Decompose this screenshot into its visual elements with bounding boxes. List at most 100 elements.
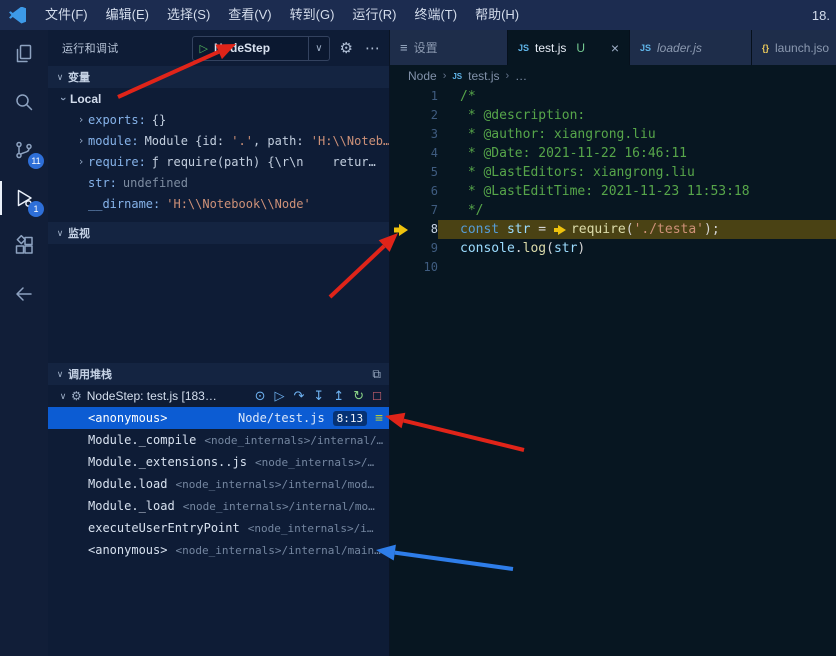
frame-line-badge: 8:13: [333, 411, 368, 426]
activity-item-source-control[interactable]: 11: [0, 126, 48, 174]
code-line[interactable]: 8const str = require('./testa');: [390, 220, 836, 239]
editor-tab[interactable]: ≡设置: [390, 30, 508, 65]
breakpoint-gutter[interactable]: [390, 201, 412, 220]
vscode-window: 文件(F)编辑(E)选择(S)查看(V)转到(G)运行(R)终端(T)帮助(H)…: [0, 0, 836, 656]
breakpoint-gutter[interactable]: [390, 220, 412, 239]
step-over-icon[interactable]: ↷: [294, 388, 305, 404]
frame-name: <anonymous>: [88, 411, 167, 425]
breakpoint-gutter[interactable]: [390, 258, 412, 277]
code-token: * @LastEditTime: 2021-11-23 11:53:18: [460, 184, 750, 199]
code-text: * @description:: [460, 106, 836, 125]
variable-value: ƒ require(path) {\r\n retur…: [152, 155, 376, 169]
callstack-section-header[interactable]: ∨ 调用堆栈 ⧉: [48, 363, 389, 385]
stop-icon[interactable]: □: [373, 388, 381, 404]
editor-tab[interactable]: {}launch.jso: [752, 30, 836, 65]
step-into-icon[interactable]: ↧: [313, 388, 324, 404]
code-line[interactable]: 4 * @Date: 2021-11-22 16:46:11: [390, 144, 836, 163]
editor-area: ≡设置JStest.jsU×JSloader.js{}launch.jso No…: [390, 30, 836, 656]
breakpoint-gutter[interactable]: [390, 125, 412, 144]
gutter-spacer: [438, 220, 460, 239]
chevron-right-icon: ›: [74, 113, 88, 126]
pause-circle-icon[interactable]: ⊙: [255, 388, 266, 404]
close-icon[interactable]: ×: [603, 40, 619, 56]
breakpoint-gutter[interactable]: [390, 106, 412, 125]
menu-item[interactable]: 运行(R): [343, 0, 405, 30]
code-token: console: [460, 241, 515, 256]
stack-frame-row[interactable]: Module.load<node_internals>/internal/mod…: [48, 473, 389, 495]
scope-row-local[interactable]: › Local: [48, 88, 389, 109]
code-line[interactable]: 6 * @LastEditTime: 2021-11-23 11:53:18: [390, 182, 836, 201]
gear-icon[interactable]: ⚙: [340, 39, 353, 57]
menu-item[interactable]: 选择(S): [158, 0, 219, 30]
restart-icon[interactable]: ↻: [353, 388, 364, 404]
code-text: * @LastEditors: xiangrong.liu: [460, 163, 836, 182]
open-panel-icon[interactable]: ⧉: [372, 367, 381, 382]
stack-frame-row[interactable]: Module._extensions..js<node_internals>/…: [48, 451, 389, 473]
editor-tab[interactable]: JStest.jsU×: [508, 30, 630, 65]
activity-item-search[interactable]: [0, 78, 48, 126]
code-text: console.log(str): [460, 239, 836, 258]
line-number: 3: [412, 125, 438, 144]
breadcrumb-file[interactable]: test.js: [468, 69, 499, 83]
breakpoint-gutter[interactable]: [390, 182, 412, 201]
menu-item[interactable]: 转到(G): [281, 0, 344, 30]
variable-value: , path:: [253, 134, 311, 148]
activity-item-extensions[interactable]: [0, 222, 48, 270]
variable-row[interactable]: ›require:ƒ require(path) {\r\n retur…: [48, 151, 389, 172]
start-debug-icon[interactable]: ▷: [200, 42, 208, 55]
variables-section-header[interactable]: ∨ 变量: [48, 66, 389, 88]
editor-tab[interactable]: JSloader.js: [630, 30, 752, 65]
launch-config-select[interactable]: ▷ NodeStep ∨: [192, 36, 330, 61]
breakpoint-gutter[interactable]: [390, 87, 412, 106]
step-out-icon[interactable]: ↥: [333, 388, 344, 404]
code-text: * @LastEditTime: 2021-11-23 11:53:18: [460, 182, 836, 201]
gutter-spacer: [438, 239, 460, 258]
breadcrumb-tail[interactable]: …: [515, 69, 527, 83]
stack-frame-row[interactable]: executeUserEntryPoint<node_internals>/i…: [48, 517, 389, 539]
stack-frame-row[interactable]: <anonymous>Node/test.js8:13≡: [48, 407, 389, 429]
continue-icon[interactable]: ▷: [275, 388, 285, 404]
menu-item[interactable]: 文件(F): [36, 0, 97, 30]
activity-item-back[interactable]: [0, 270, 48, 318]
code-line[interactable]: 7 */: [390, 201, 836, 220]
variable-row[interactable]: ›module:Module {id: '.', path: 'H:\\Note…: [48, 130, 389, 151]
tab-label: launch.jso: [775, 41, 829, 55]
code-line[interactable]: 9console.log(str): [390, 239, 836, 258]
code-line[interactable]: 2 * @description:: [390, 106, 836, 125]
menu-item[interactable]: 查看(V): [219, 0, 280, 30]
code-line[interactable]: 1/*: [390, 87, 836, 106]
menu-item[interactable]: 终端(T): [405, 0, 466, 30]
variable-row[interactable]: str:undefined: [48, 172, 389, 193]
js-file-icon: JS: [640, 43, 651, 53]
frame-location: Node/test.js: [238, 411, 325, 425]
frame-name: Module._load: [88, 499, 175, 513]
more-actions-icon[interactable]: ⋯: [365, 39, 381, 57]
frame-location: <node_internals>/…: [255, 456, 374, 469]
breakpoint-gutter[interactable]: [390, 144, 412, 163]
frame-location: <node_internals>/internal/…: [204, 434, 383, 447]
variable-value: Module {id:: [145, 134, 232, 148]
chevron-down-icon: ∨: [56, 391, 70, 402]
menu-item[interactable]: 帮助(H): [466, 0, 528, 30]
debug-session-row[interactable]: ∨ ⚙ NodeStep: test.js [183… ⊙ ▷ ↷ ↧ ↥ ↻ …: [48, 385, 389, 407]
stack-frame-row[interactable]: Module._compile<node_internals>/internal…: [48, 429, 389, 451]
breadcrumb-root[interactable]: Node: [408, 69, 437, 83]
stack-frame-row[interactable]: <anonymous><node_internals>/internal/mai…: [48, 539, 389, 561]
watch-section-header[interactable]: ∨ 监视: [48, 222, 389, 244]
menu-item[interactable]: 编辑(E): [97, 0, 158, 30]
code-line[interactable]: 5 * @LastEditors: xiangrong.liu: [390, 163, 836, 182]
code-line[interactable]: 3 * @author: xiangrong.liu: [390, 125, 836, 144]
stack-frame-row[interactable]: Module._load<node_internals>/internal/mo…: [48, 495, 389, 517]
variable-row[interactable]: ›exports:{}: [48, 109, 389, 130]
frame-location: <node_internals>/internal/main…: [175, 544, 380, 557]
breakpoint-gutter[interactable]: [390, 163, 412, 182]
debug-toolbar: ⊙ ▷ ↷ ↧ ↥ ↻ □: [255, 388, 381, 404]
activity-item-explorer[interactable]: [0, 30, 48, 78]
breakpoint-gutter[interactable]: [390, 239, 412, 258]
variable-row[interactable]: __dirname:'H:\\Notebook\\Node': [48, 193, 389, 214]
code-line[interactable]: 10: [390, 258, 836, 277]
chevron-down-icon[interactable]: ∨: [308, 37, 328, 60]
code-token: str: [554, 241, 577, 256]
activity-item-run-debug[interactable]: 1: [0, 174, 48, 222]
frame-name: executeUserEntryPoint: [88, 521, 240, 535]
